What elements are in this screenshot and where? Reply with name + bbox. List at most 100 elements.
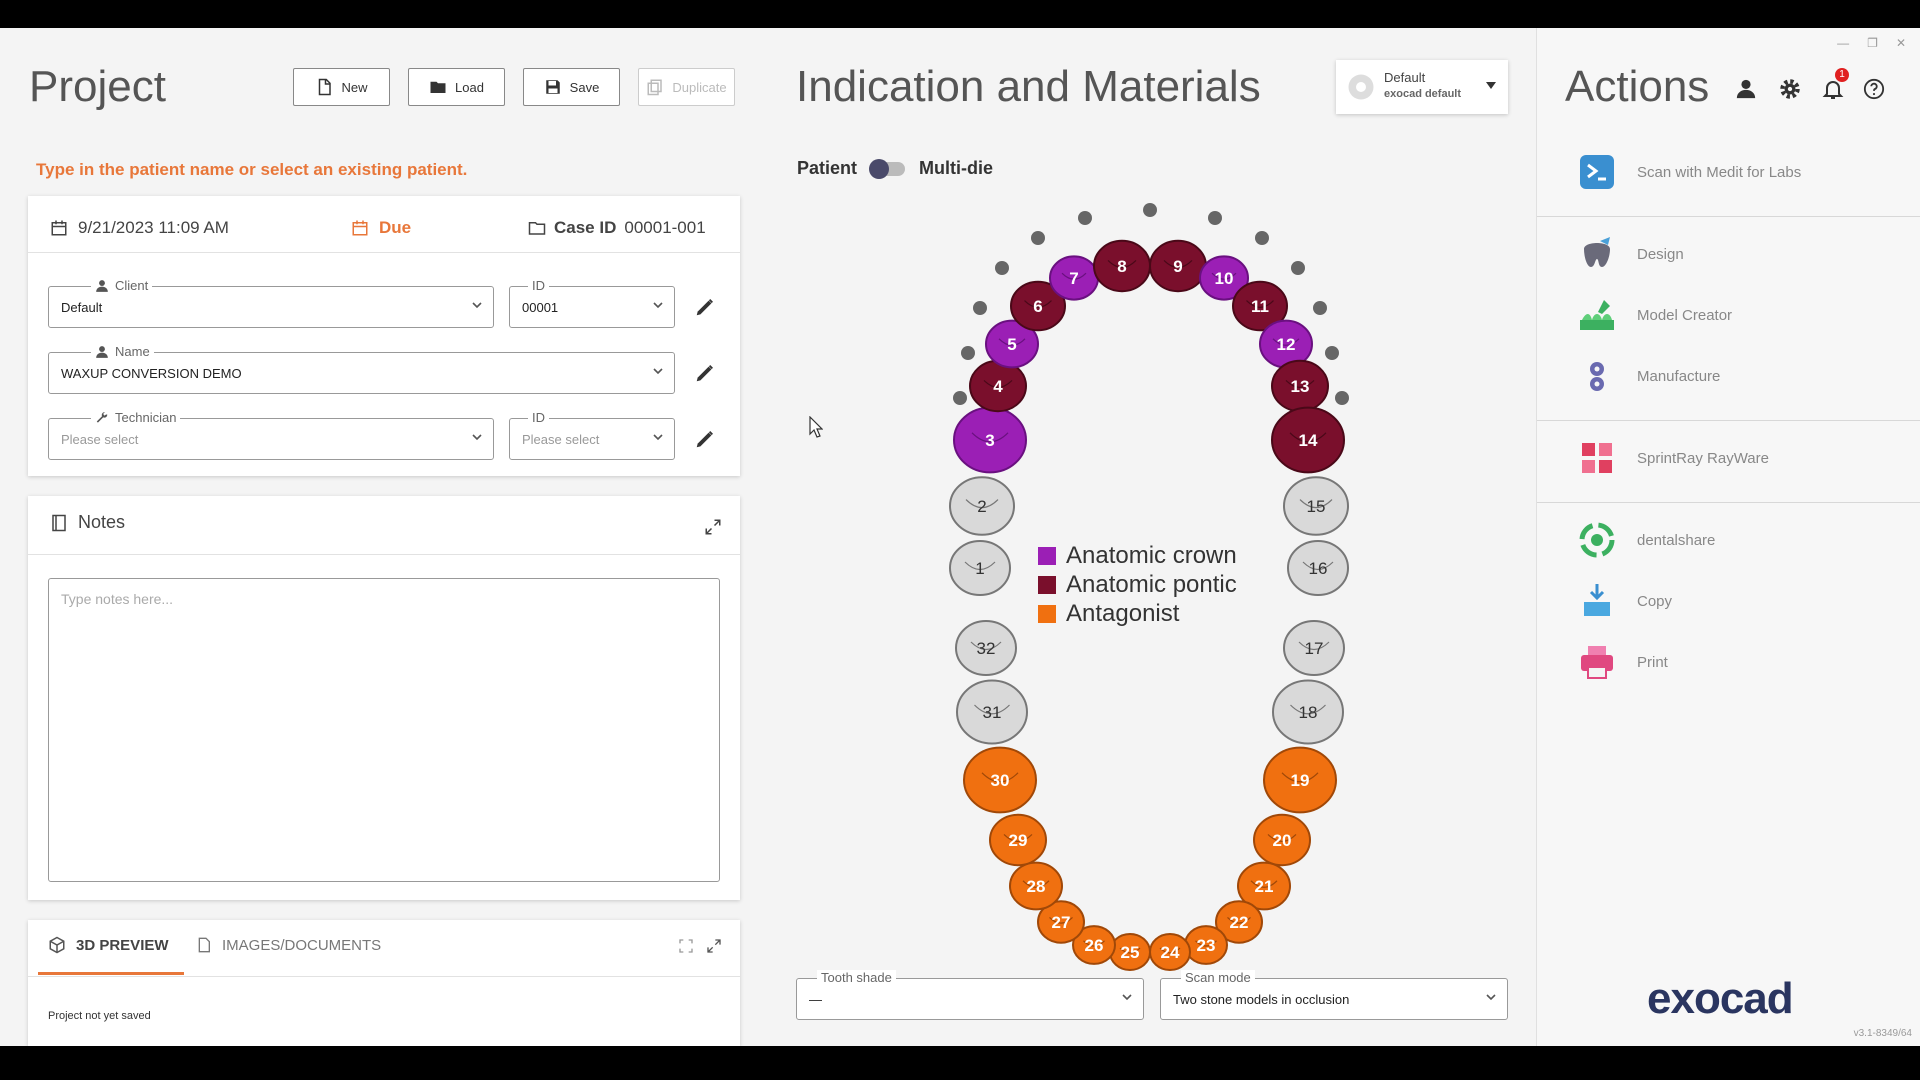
tooth-4[interactable]: 4 <box>969 359 1027 413</box>
profile-sub: exocad default <box>1384 88 1462 100</box>
duplicate-button-label: Duplicate <box>672 79 727 95</box>
restore-icon[interactable]: ❐ <box>1867 36 1878 50</box>
document-icon <box>198 937 210 953</box>
tooth-1[interactable]: 1 <box>949 540 1011 596</box>
notebook-icon <box>52 514 66 531</box>
design-tooth-icon <box>1577 234 1617 274</box>
technician-select[interactable]: Technician Please select <box>48 410 494 460</box>
case-date-text: 9/21/2023 11:09 AM <box>78 218 229 237</box>
tooth-31[interactable]: 31 <box>956 679 1028 745</box>
due-calendar-icon <box>352 220 368 236</box>
action-dentalshare[interactable]: dentalshare <box>1577 520 1715 560</box>
tooth-17[interactable]: 17 <box>1283 620 1345 676</box>
tooth-25[interactable]: 25 <box>1109 933 1151 971</box>
tooth-18[interactable]: 18 <box>1272 679 1344 745</box>
technician-id-label: ID <box>528 410 549 425</box>
tooth-23[interactable]: 23 <box>1184 925 1228 965</box>
tab-3d-preview[interactable]: 3D PREVIEW <box>48 936 169 954</box>
tooth-number: 16 <box>1309 559 1328 578</box>
copy-icon <box>1577 581 1617 621</box>
exocad-logo: exocad <box>1647 974 1794 1023</box>
action-scan-medit[interactable]: Scan with Medit for Labs <box>1577 152 1801 192</box>
tooth-number: 29 <box>1009 831 1028 850</box>
expand-icon[interactable] <box>706 938 722 954</box>
toggle-switch[interactable] <box>869 158 906 179</box>
person-icon <box>96 279 108 292</box>
tooth-13[interactable]: 13 <box>1271 359 1329 413</box>
action-sprintray[interactable]: SprintRay RayWare <box>1577 438 1769 478</box>
tooth-number: 32 <box>977 639 996 658</box>
patient-name-select[interactable]: Name WAXUP CONVERSION DEMO <box>48 344 675 394</box>
tooth-number: 24 <box>1161 943 1180 962</box>
edit-client-icon[interactable] <box>694 296 716 318</box>
new-button-label: New <box>341 79 368 95</box>
tooth-number: 30 <box>991 771 1010 790</box>
close-icon[interactable]: ✕ <box>1896 36 1906 50</box>
toggle-left-label: Patient <box>797 158 858 178</box>
toggle-knob <box>869 158 890 179</box>
action-model-creator[interactable]: Model Creator <box>1577 295 1732 335</box>
tooth-20[interactable]: 20 <box>1253 813 1311 867</box>
tooth-7[interactable]: 7 <box>1049 255 1099 301</box>
chevron-down-icon <box>1122 994 1132 1001</box>
profile-name: Default <box>1384 70 1426 85</box>
tooth-shade-label: Tooth shade <box>817 970 896 985</box>
notes-textarea[interactable]: Type notes here... <box>48 578 720 882</box>
notification-badge: 1 <box>1835 68 1849 82</box>
fullscreen-icon[interactable] <box>678 938 694 954</box>
tooth-28[interactable]: 28 <box>1009 861 1063 911</box>
preview-card: 3D PREVIEW IMAGES/DOCUMENTS Project not … <box>28 920 740 1046</box>
help-icon[interactable] <box>1863 78 1885 100</box>
client-label: Client <box>91 278 153 293</box>
tooth-position-dot <box>995 261 1009 275</box>
tooth-number: 17 <box>1305 639 1324 658</box>
notes-card: Notes Type notes here... <box>28 496 740 900</box>
sprintray-icon <box>1577 438 1617 478</box>
edit-name-icon[interactable] <box>694 362 716 384</box>
app-window: Project New Load Save Duplicate Type in … <box>0 28 1920 1046</box>
action-print[interactable]: Print <box>1577 642 1668 682</box>
client-value: Default <box>61 300 103 315</box>
action-copy[interactable]: Copy <box>1577 581 1672 621</box>
tooth-29[interactable]: 29 <box>989 813 1047 867</box>
tooth-2[interactable]: 2 <box>949 476 1015 536</box>
minimize-icon[interactable]: — <box>1837 36 1849 50</box>
due-date[interactable]: Due <box>351 218 411 238</box>
patient-multidie-toggle[interactable]: Patient Multi-die <box>797 158 993 179</box>
caret-down-icon <box>1486 82 1496 89</box>
scan-mode-select[interactable]: Scan mode Two stone models in occlusion <box>1160 970 1508 1020</box>
load-button[interactable]: Load <box>408 68 505 106</box>
action-design[interactable]: Design <box>1577 234 1684 274</box>
tooth-9[interactable]: 9 <box>1149 239 1207 293</box>
new-button[interactable]: New <box>293 68 390 106</box>
tooth-shade-select[interactable]: Tooth shade — <box>796 970 1144 1020</box>
tooth-position-dot <box>1031 231 1045 245</box>
tooth-3[interactable]: 3 <box>953 406 1027 474</box>
client-select[interactable]: Client Default <box>48 278 494 328</box>
case-id-value: 00001-001 <box>624 218 706 237</box>
case-date: 9/21/2023 11:09 AM <box>50 218 229 238</box>
profile-select[interactable]: Default exocad default <box>1336 60 1508 114</box>
tooth-32[interactable]: 32 <box>955 620 1017 676</box>
action-manufacture[interactable]: Manufacture <box>1577 356 1720 396</box>
legend-label: Anatomic crown <box>1066 542 1237 569</box>
expand-icon[interactable] <box>704 518 722 536</box>
gear-icon[interactable] <box>1777 76 1803 102</box>
tab-images-documents[interactable]: IMAGES/DOCUMENTS <box>196 936 381 954</box>
save-button[interactable]: Save <box>523 68 620 106</box>
duplicate-icon <box>647 79 663 96</box>
tooth-15[interactable]: 15 <box>1283 476 1349 536</box>
duplicate-button[interactable]: Duplicate <box>638 68 735 106</box>
tooth-position-dot <box>973 301 987 315</box>
tooth-24[interactable]: 24 <box>1149 933 1191 971</box>
technician-id-select[interactable]: ID Please select <box>509 410 675 460</box>
tooth-19[interactable]: 19 <box>1263 746 1337 814</box>
tooth-8[interactable]: 8 <box>1093 239 1151 293</box>
edit-technician-icon[interactable] <box>694 428 716 450</box>
tooth-30[interactable]: 30 <box>963 746 1037 814</box>
user-icon[interactable] <box>1735 78 1757 100</box>
tooth-14[interactable]: 14 <box>1271 406 1345 474</box>
tooth-16[interactable]: 16 <box>1287 540 1349 596</box>
client-id-select[interactable]: ID 00001 <box>509 278 675 328</box>
chevron-down-icon <box>653 434 663 441</box>
